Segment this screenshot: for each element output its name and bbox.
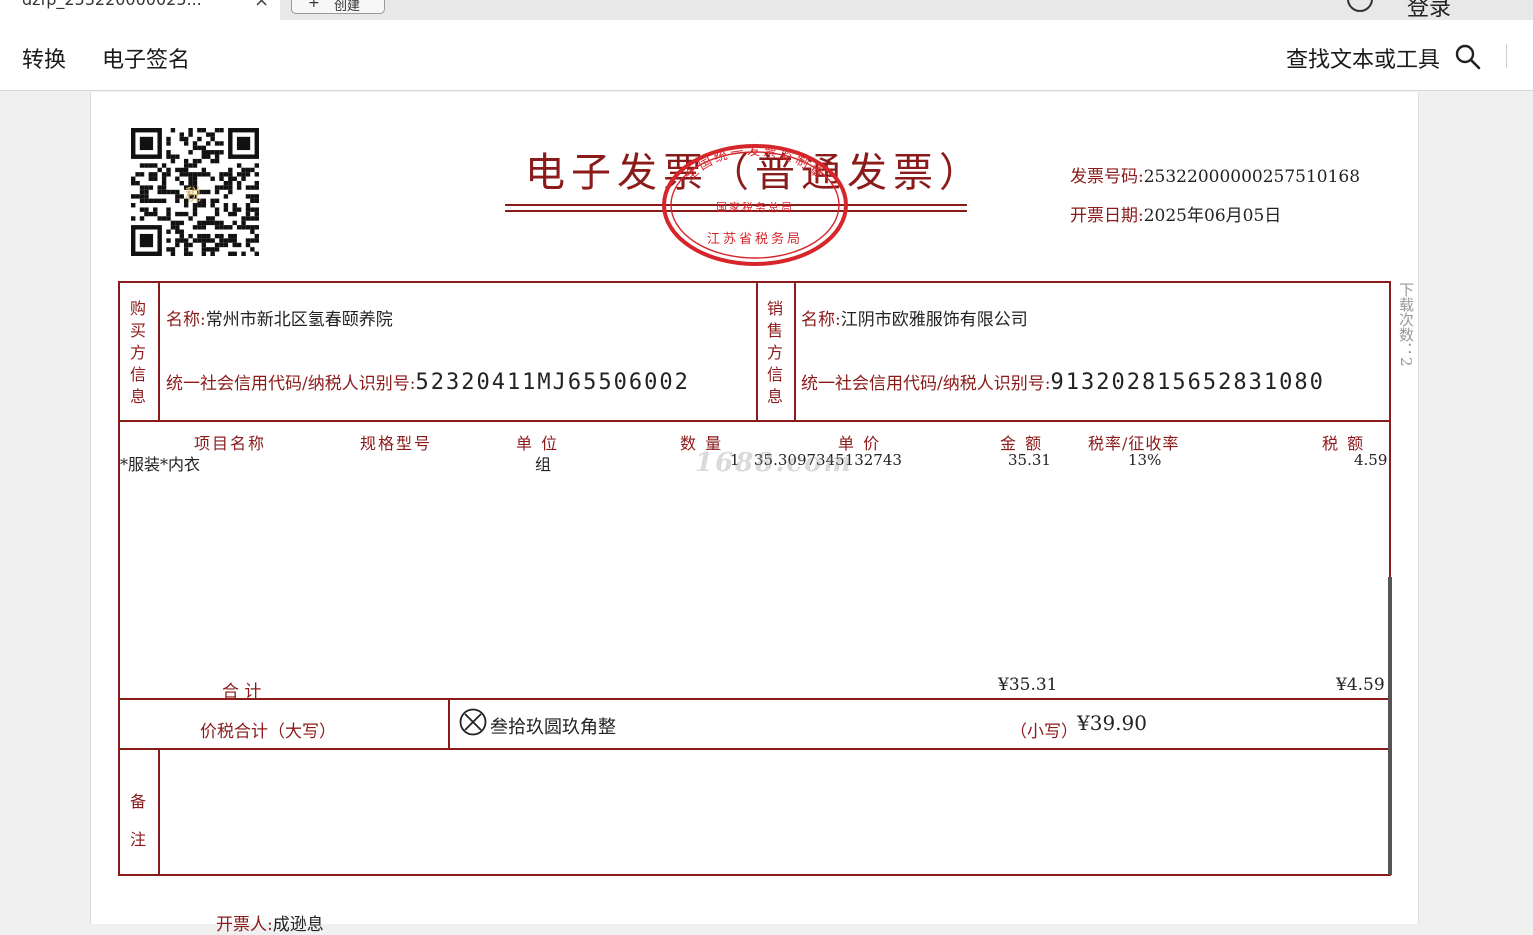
grid-line: [158, 750, 160, 874]
new-tab-button[interactable]: + 创建: [291, 0, 385, 14]
stamp-bottom-text: 江苏省税务局: [707, 231, 803, 247]
cross-circle-icon: [459, 708, 487, 736]
seller-section-label: 销售方信息: [766, 299, 783, 406]
grand-total-lower-label: （小写）: [1010, 722, 1078, 742]
total-tax: ¥4.59: [1336, 675, 1385, 695]
item-name: *服装*内衣: [120, 455, 201, 474]
item-tax: 4.59: [1354, 451, 1388, 469]
buyer-section-label: 购买方信息: [129, 299, 146, 406]
stamp-top-text: 全国统一发票监制章: [682, 143, 826, 184]
total-amount: ¥35.31: [998, 675, 1058, 695]
buyer-name-value: 常州市新北区氢春颐养院: [205, 310, 393, 330]
seller-taxid: 统一社会信用代码/纳税人识别号:913202815652831080: [801, 369, 1325, 395]
drawer-label: 开票人:: [216, 915, 273, 935]
search-tools-button[interactable]: 查找文本或工具: [1286, 42, 1440, 74]
buyer-taxid: 统一社会信用代码/纳税人识别号:52320411MJ65506002: [166, 369, 690, 395]
item-unit: 组: [535, 455, 552, 474]
esign-button[interactable]: 电子签名: [102, 42, 190, 74]
grand-total-label: 价税合计（大写）: [200, 722, 336, 742]
grand-total-upper: 叁拾玖圆玖角整: [490, 717, 616, 738]
grand-total-lower-value: ¥39.90: [1077, 711, 1147, 735]
grid-line: [120, 748, 1389, 750]
seller-taxid-label: 统一社会信用代码/纳税人识别号:: [801, 374, 1051, 394]
tab-title[interactable]: dzfp_253220000025...: [22, 0, 202, 9]
new-tab-label: 创建: [334, 0, 361, 14]
help-icon[interactable]: [1347, 0, 1373, 12]
buyer-name-label: 名称:: [166, 310, 206, 330]
invoice-number-value: 25322000000257510168: [1143, 167, 1361, 187]
convert-button[interactable]: 转换: [22, 42, 66, 74]
official-stamp-icon: 全国统一发票监制章 国家税务总局 江苏省税务局: [662, 143, 848, 266]
item-rate: 13%: [1128, 451, 1162, 469]
grid-line: [756, 283, 758, 420]
grid-line: [794, 283, 796, 420]
col-header-spec: 规格型号: [360, 434, 433, 453]
download-count-note: 下载次数：2: [1397, 282, 1415, 367]
svg-text:全国统一发票监制章: 全国统一发票监制章: [682, 143, 829, 184]
invoice-number-label: 发票号码:: [1070, 167, 1144, 187]
grid-line: [158, 283, 160, 420]
scrollbar[interactable]: [1388, 577, 1392, 875]
invoice-number-row: 发票号码:25322000000257510168: [1070, 162, 1360, 187]
toolbar: 转换 电子签名 查找文本或工具: [0, 20, 1533, 91]
drawer-row: 开票人:成逊息: [216, 910, 324, 935]
login-button[interactable]: 登录: [1407, 0, 1451, 20]
watermark: 1688.com: [695, 448, 854, 478]
seller-taxid-value: 913202815652831080: [1050, 370, 1325, 395]
buyer-name: 名称:常州市新北区氢春颐养院: [166, 305, 393, 330]
remark-label: 备注: [129, 792, 146, 849]
item-amount: 35.31: [1008, 451, 1051, 469]
tab-close-icon[interactable]: ×: [254, 0, 269, 11]
invoice-date-row: 开票日期:2025年06月05日: [1070, 201, 1281, 226]
seller-name-value: 江阴市欧雅服饰有限公司: [840, 310, 1028, 330]
grid-line: [120, 420, 1389, 422]
grid-line: [448, 700, 450, 748]
tab-bar: dzfp_253220000025... × + 创建 登录: [0, 0, 1533, 20]
col-header-item: 项目名称: [194, 434, 267, 453]
qr-tax-label: 税: [185, 185, 202, 204]
invoice-date-label: 开票日期:: [1070, 206, 1144, 226]
toolbar-divider: [1506, 44, 1507, 68]
stamp-middle-text: 国家税务总局: [716, 200, 794, 214]
grid-line: [120, 698, 1389, 700]
invoice-date-value: 2025年06月05日: [1143, 206, 1282, 226]
total-label: 合 计: [222, 682, 262, 702]
seller-name: 名称:江阴市欧雅服饰有限公司: [801, 305, 1028, 330]
search-icon[interactable]: [1455, 44, 1481, 70]
invoice-table: 购买方信息 名称:常州市新北区氢春颐养院 统一社会信用代码/纳税人识别号:523…: [118, 281, 1391, 876]
plus-icon: +: [308, 0, 320, 11]
buyer-taxid-value: 52320411MJ65506002: [415, 370, 690, 395]
drawer-value: 成逊息: [272, 915, 324, 935]
buyer-taxid-label: 统一社会信用代码/纳税人识别号:: [166, 374, 416, 394]
seller-name-label: 名称:: [801, 310, 841, 330]
